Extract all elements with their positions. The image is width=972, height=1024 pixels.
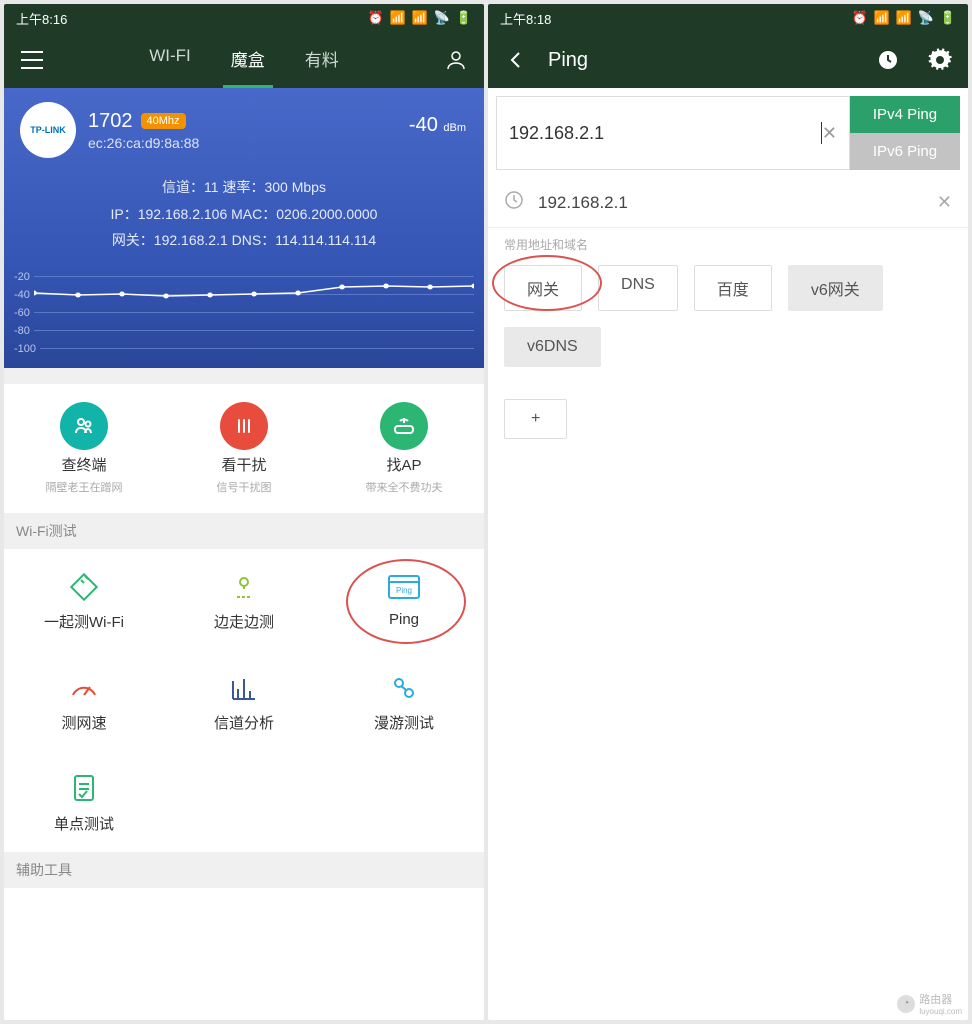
alarm-icon: ⏰ (368, 10, 384, 26)
wifi-status-icon: 📡 (434, 10, 450, 26)
back-icon[interactable] (496, 40, 536, 80)
featured-grid: 查终端 隔壁老王在蹭网 看干扰 信号干扰图 找AP 带来全不费功夫 (4, 384, 484, 513)
wifi-status-icon: 📡 (918, 10, 934, 26)
tab-mohe[interactable]: 魔盒 (223, 32, 273, 88)
quick-tags: 网关 DNS 百度 v6网关 v6DNS + (488, 253, 968, 451)
tag-v6-gateway[interactable]: v6网关 (788, 265, 883, 311)
router-brand-logo: TP-LINK (20, 102, 76, 158)
clock-icon[interactable] (868, 40, 908, 80)
svg-text:Ping: Ping (396, 586, 412, 595)
tag-dns[interactable]: DNS (598, 265, 678, 311)
battery-icon: 🔋 (456, 10, 472, 26)
ap-icon (380, 402, 428, 450)
status-time: 上午8:18 (500, 9, 551, 28)
mhz-badge: 40Mhz (141, 113, 186, 129)
bars-icon (224, 668, 264, 708)
status-bar: 上午8:18 ⏰ 📶 📶 📡 🔋 (488, 4, 968, 32)
tab-youliao[interactable]: 有料 (297, 32, 347, 88)
signal-icon: 📶 (874, 10, 890, 26)
tool-wifi-test[interactable]: 一起测Wi-Fi (4, 549, 164, 650)
app-header: WI-FI 魔盒 有料 (4, 32, 484, 88)
roaming-icon (384, 668, 424, 708)
people-icon (60, 402, 108, 450)
status-time: 上午8:16 (16, 9, 67, 28)
signal2-icon: 📶 (896, 10, 912, 26)
signal-chart: -20 -40 -60 -80 -100 (4, 262, 484, 368)
tool-channel-analysis[interactable]: 信道分析 (164, 650, 324, 751)
feature-find-ap[interactable]: 找AP 带来全不费功夫 (324, 384, 484, 513)
section-aux-tools: 辅助工具 (4, 852, 484, 888)
left-screenshot: 上午8:16 ⏰ 📶 📶 📡 🔋 WI-FI 魔盒 有料 TP-LINK 170… (4, 4, 484, 1020)
signal-icon: 📶 (390, 10, 406, 26)
clear-input-icon[interactable]: ✕ (822, 123, 837, 144)
feature-terminals[interactable]: 查终端 隔壁老王在蹭网 (4, 384, 164, 513)
waves-icon (220, 402, 268, 450)
tool-roaming-test[interactable]: 漫游测试 (324, 650, 484, 751)
right-screenshot: 上午8:18 ⏰ 📶 📶 📡 🔋 Ping 192.168.2.1 ✕ IPv4… (488, 4, 968, 1020)
diamond-icon (64, 567, 104, 607)
pin-path-icon (224, 567, 264, 607)
menu-icon[interactable] (12, 40, 52, 80)
gauge-icon (64, 668, 104, 708)
watermark: ◔ 路由器 luyouqi.com (897, 991, 962, 1016)
wifi-tools-grid: 一起测Wi-Fi 边走边测 Ping Ping 测网速 信道分析 漫游测试 单点… (4, 549, 484, 852)
ipv4-ping-button[interactable]: IPv4 Ping (850, 96, 960, 133)
delete-history-icon[interactable]: ✕ (937, 192, 952, 213)
signal2-icon: 📶 (412, 10, 428, 26)
tool-single-point[interactable]: 单点测试 (4, 751, 164, 852)
tab-wifi[interactable]: WI-FI (141, 32, 199, 88)
settings-icon[interactable] (920, 40, 960, 80)
ping-window-icon: Ping (384, 567, 424, 607)
tag-baidu[interactable]: 百度 (694, 265, 772, 311)
tool-speed-test[interactable]: 测网速 (4, 650, 164, 751)
history-item[interactable]: 192.168.2.1 ✕ (488, 178, 968, 228)
page-title: Ping (548, 49, 856, 72)
profile-icon[interactable] (436, 40, 476, 80)
tag-add[interactable]: + (504, 399, 567, 439)
tag-gateway[interactable]: 网关 (504, 265, 582, 311)
battery-icon: 🔋 (940, 10, 956, 26)
document-icon (64, 769, 104, 809)
tool-ping[interactable]: Ping Ping (324, 549, 484, 650)
mac-address: ec:26:ca:d9:8a:88 (88, 135, 199, 151)
tag-v6-dns[interactable]: v6DNS (504, 327, 601, 367)
ping-input-row: 192.168.2.1 ✕ IPv4 Ping IPv6 Ping (488, 88, 968, 178)
section-wifi-test: Wi-Fi测试 (4, 513, 484, 549)
alarm-icon: ⏰ (852, 10, 868, 26)
wifi-details: 信道：11 速率：300 Mbps IP：192.168.2.106 MAC：0… (20, 174, 468, 254)
ssid-label: 1702 (88, 110, 133, 133)
tool-walk-test[interactable]: 边走边测 (164, 549, 324, 650)
feature-interference[interactable]: 看干扰 信号干扰图 (164, 384, 324, 513)
wifi-info-card: TP-LINK 1702 40Mhz ec:26:ca:d9:8a:88 -40… (4, 88, 484, 262)
tags-section-label: 常用地址和域名 (488, 228, 968, 253)
status-bar: 上午8:16 ⏰ 📶 📶 📡 🔋 (4, 4, 484, 32)
ipv6-ping-button[interactable]: IPv6 Ping (850, 133, 960, 170)
signal-strength: -40 dBm (409, 114, 466, 137)
ping-header: Ping (488, 32, 968, 88)
watermark-logo-icon: ◔ (897, 995, 915, 1013)
history-clock-icon (504, 190, 524, 215)
ping-address-input[interactable]: 192.168.2.1 ✕ (496, 96, 850, 170)
